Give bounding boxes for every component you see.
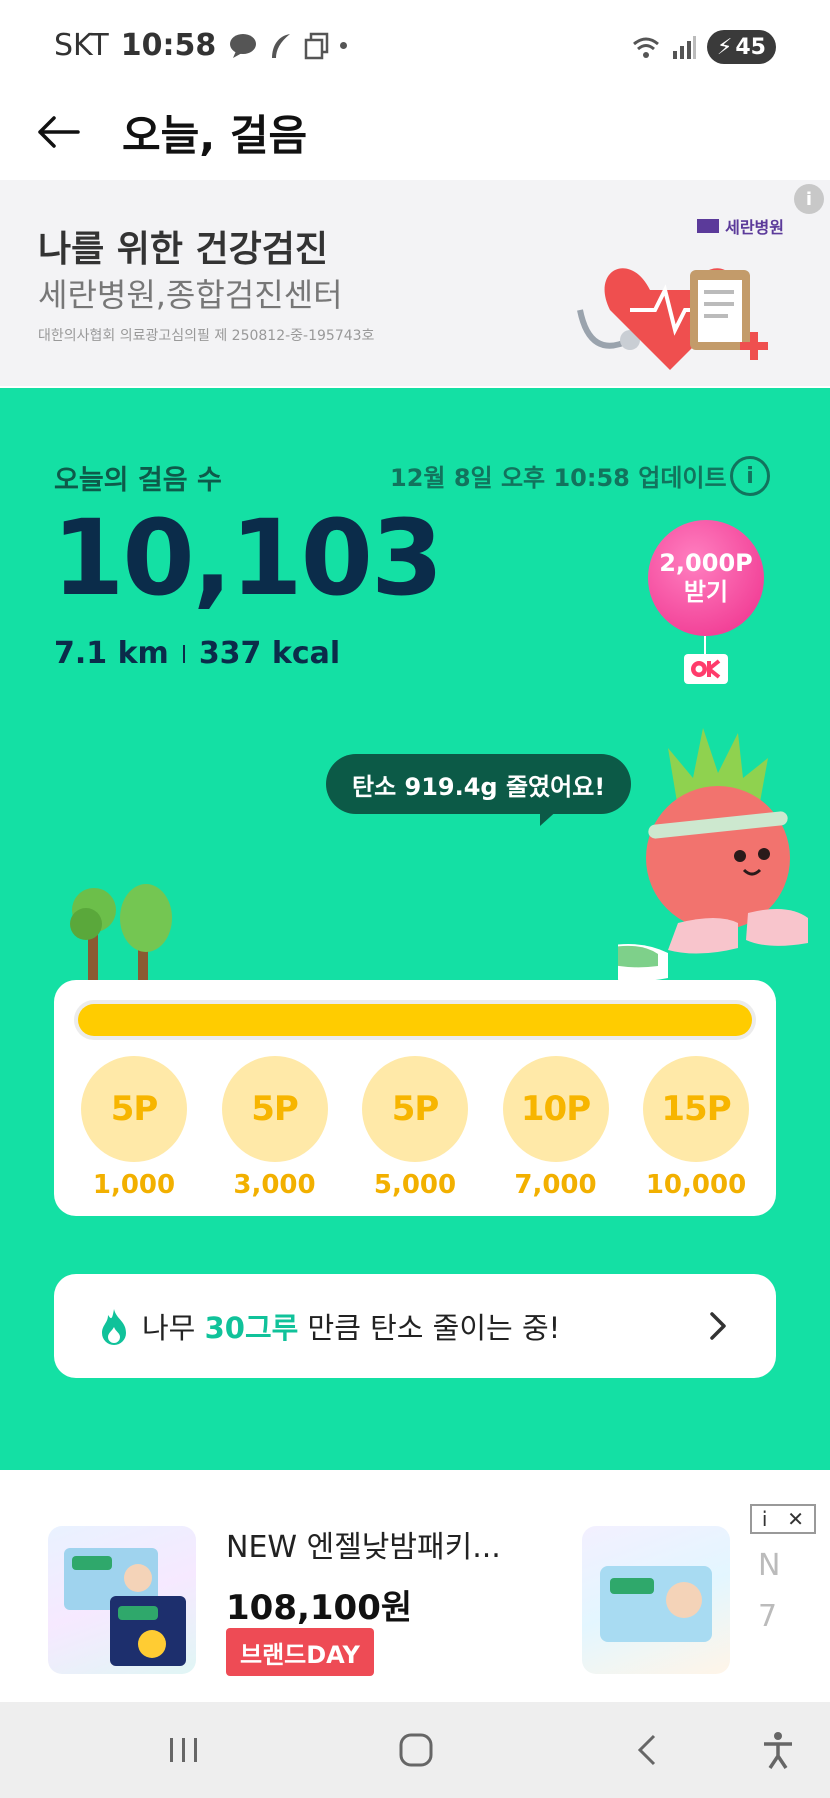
reward-step-threshold: 5,000	[373, 1170, 457, 1200]
reward-step-threshold: 1,000	[92, 1170, 176, 1200]
diaper-pack-image	[64, 1548, 186, 1666]
reward-milestone[interactable]: 10P 7,000	[502, 1056, 610, 1200]
reward-points-badge: 5P	[362, 1056, 468, 1162]
peek-line-1: N	[758, 1548, 781, 1583]
steps-label: 오늘의 걸음 수	[54, 465, 222, 496]
signal-icon	[672, 36, 696, 59]
step-rewards-card: 5P 1,000 5P 3,000 5P 5,000 10P 7,000 15P 10,000	[54, 980, 776, 1216]
stethoscope-heart-illustration	[577, 268, 768, 370]
battery-indicator: ⚡ 45	[706, 30, 776, 64]
ok-logo-icon	[691, 659, 721, 679]
ad-headline: 나를 위한 건강검진	[38, 229, 329, 270]
clock: 10:58	[120, 28, 217, 63]
product-ad-banner[interactable]: NEW 엔젤낮밤패키... 108,100원 브랜드DAY i ✕ N 7	[0, 1500, 830, 1702]
back-arrow-icon	[38, 116, 80, 148]
recent-apps-icon[interactable]	[164, 1730, 204, 1770]
reward-step-threshold: 10,000	[645, 1170, 747, 1200]
tree-carbon-card[interactable]: 나무 30그루 만큼 탄소 줄이는 중!	[54, 1274, 776, 1378]
brand-day-badge: 브랜드DAY	[226, 1628, 374, 1676]
carrier: SKT	[54, 28, 109, 63]
chevron-right-icon	[710, 1312, 726, 1340]
steps-progress-bar	[74, 1000, 756, 1040]
ad-notice: 대한의사협회 의료광고심의필 제 250812-중-195743호	[38, 328, 375, 344]
reward-milestone[interactable]: 15P 10,000	[642, 1056, 750, 1200]
product-name: NEW 엔젤낮밤패키...	[226, 1530, 501, 1565]
balloon-points: 2,000P	[659, 549, 753, 578]
reward-points-badge: 10P	[502, 1056, 609, 1162]
reward-points-badge: 5P	[81, 1056, 187, 1162]
ad-close-icon[interactable]: ✕	[787, 1507, 804, 1531]
carbon-speech-bubble: 탄소 919.4g 줄였어요!	[326, 754, 632, 814]
ok-cashbag-icon	[684, 654, 728, 684]
product-image[interactable]	[48, 1526, 196, 1674]
tree-text-suffix: 만큼 탄소 줄이는 중!	[298, 1311, 561, 1345]
steps-info-icon[interactable]: i	[730, 456, 770, 496]
points-balloon-button[interactable]: 2,000P 받기	[648, 520, 764, 636]
system-nav-bar	[0, 1702, 830, 1798]
notification-icons	[228, 32, 348, 60]
health-checkup-ad-banner[interactable]: 나를 위한 건강검진 세란병원,종합검진센터 대한의사협회 의료광고심의필 제 …	[0, 180, 830, 386]
ad-subline: 세란병원,종합검진센터	[38, 276, 343, 314]
reward-step-threshold: 7,000	[514, 1170, 597, 1200]
next-ad-peek: N 7	[758, 1540, 780, 1642]
tree-text-prefix: 나무	[142, 1311, 205, 1345]
balloon-receive: 받기	[683, 578, 729, 606]
divider	[182, 644, 185, 663]
app-header: 오늘, 걸음	[0, 92, 830, 178]
distance-calories: 7.1 km 337 kcal	[54, 636, 340, 671]
chat-bubble-icon	[230, 33, 257, 58]
reward-milestone[interactable]: 5P 3,000	[221, 1056, 329, 1200]
more-dot-icon	[340, 42, 348, 49]
reward-points-badge: 5P	[221, 1056, 328, 1162]
feather-icon	[272, 33, 291, 58]
copy-icon	[304, 32, 329, 59]
home-icon[interactable]	[396, 1730, 436, 1770]
status-left: SKT 10:58	[54, 28, 348, 63]
flame-icon	[102, 1309, 126, 1345]
back-button[interactable]	[30, 104, 86, 160]
reward-step-threshold: 3,000	[233, 1170, 316, 1200]
reward-milestones: 5P 1,000 5P 3,000 5P 5,000 10P 7,000 15P 10,000	[80, 1056, 750, 1200]
reward-milestone[interactable]: 5P 1,000	[80, 1056, 188, 1200]
accessibility-icon[interactable]	[758, 1730, 798, 1770]
battery-level: 45	[735, 34, 766, 60]
steps-section: 오늘의 걸음 수 12월 8일 오후 10:58 업데이트 i 10,103 7…	[0, 388, 830, 1470]
speech-bubble-tail	[540, 808, 560, 826]
reward-milestone[interactable]: 5P 5,000	[361, 1056, 469, 1200]
page-title: 오늘, 걸음	[122, 111, 308, 160]
trees-illustration	[70, 884, 172, 980]
steps-progress-fill	[78, 1004, 752, 1036]
reward-points-badge: 15P	[643, 1056, 749, 1162]
tree-carbon-text: 나무 30그루 만큼 탄소 줄이는 중!	[142, 1305, 560, 1347]
calories: 337 kcal	[198, 636, 341, 671]
ad-info-icon[interactable]: i	[762, 1507, 768, 1531]
wifi-icon	[632, 37, 659, 58]
radish-character	[618, 728, 808, 982]
product-image-2[interactable]	[582, 1526, 730, 1674]
ad-info-icon[interactable]: i	[794, 184, 824, 214]
status-right: ⚡ 45	[631, 30, 776, 64]
update-time: 12월 8일 오후 10:58 업데이트	[390, 464, 727, 492]
distance: 7.1 km	[54, 636, 169, 671]
peek-line-2: 7	[758, 1599, 778, 1634]
ad-controls: i ✕	[750, 1504, 816, 1534]
step-count: 10,103	[52, 497, 443, 619]
back-nav-icon[interactable]	[628, 1730, 668, 1770]
tree-count: 30그루	[204, 1311, 299, 1345]
product-price: 108,100원	[226, 1588, 413, 1628]
status-bar: SKT 10:58 ⚡ 45	[0, 0, 830, 92]
diaper-pack-image-2	[600, 1566, 712, 1642]
charging-bolt-icon: ⚡	[716, 34, 733, 60]
